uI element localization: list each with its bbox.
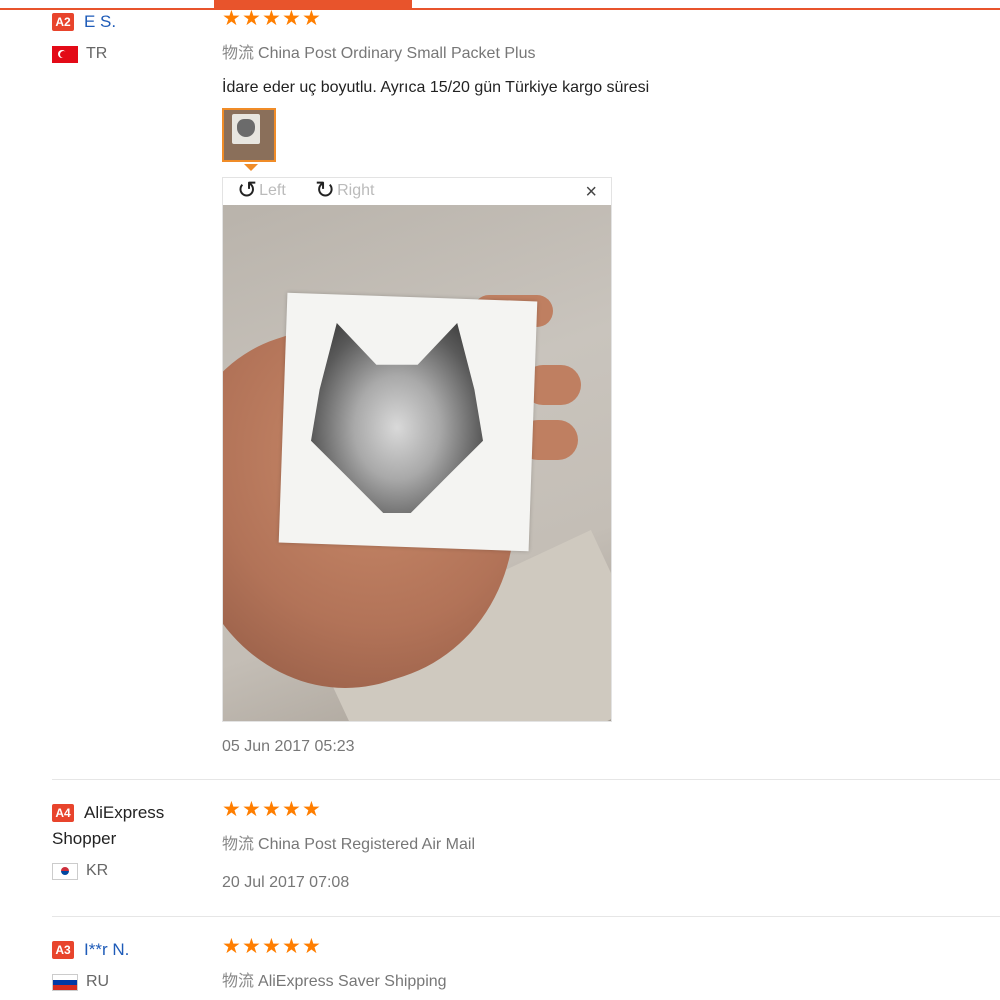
star-icon: ★ <box>302 798 321 821</box>
shipping-value: AliExpress Saver Shipping <box>258 973 447 990</box>
rotate-left-button[interactable]: ↺ Left <box>237 177 286 204</box>
star-icon: ★ <box>222 798 241 821</box>
country-code: KR <box>86 862 109 880</box>
review-date: 20 Jul 2017 07:08 <box>222 874 350 891</box>
reviewer-name[interactable]: E S. <box>84 12 116 31</box>
reviewer-info: A2 E S. TR <box>52 9 212 63</box>
review-date: 05 Jun 2017 05:23 <box>222 738 355 755</box>
level-badge: A2 <box>52 13 74 31</box>
thumbnail-emblem <box>237 119 255 137</box>
star-icon: ★ <box>262 798 281 821</box>
reviewer-info: A3 I**r N. RU <box>52 937 212 991</box>
shipping-label: 物流 <box>222 973 255 990</box>
level-badge: A3 <box>52 941 74 959</box>
rotate-right-icon: ↻ <box>315 177 336 204</box>
star-icon: ★ <box>222 935 241 958</box>
star-icon: ★ <box>282 7 301 30</box>
review-photo-thumbnail[interactable] <box>222 108 276 162</box>
flag-tr-icon <box>52 45 78 63</box>
star-icon: ★ <box>222 7 241 30</box>
review-content: ★★★★★ 物流 China Post Registered Air Mail 2… <box>222 798 982 892</box>
photo-viewer-toolbar: ↺ Left ↻ Right × <box>223 178 611 205</box>
reviewer-country: RU <box>52 973 212 991</box>
star-icon: ★ <box>262 7 281 30</box>
star-icon: ★ <box>302 935 321 958</box>
star-icon: ★ <box>242 935 261 958</box>
rotate-right-label: Right <box>337 182 375 199</box>
rotate-right-button[interactable]: ↻ Right <box>315 177 375 204</box>
star-icon: ★ <box>242 7 261 30</box>
flag-kr-icon <box>52 862 78 880</box>
country-code: TR <box>86 45 108 63</box>
shipping-value: China Post Ordinary Small Packet Plus <box>258 45 536 62</box>
review-separator <box>52 779 1000 780</box>
reviewer-country: TR <box>52 45 212 63</box>
flag-ru-icon <box>52 973 78 991</box>
star-rating: ★★★★★ <box>222 798 982 821</box>
shipping-value: China Post Registered Air Mail <box>258 836 475 853</box>
star-rating: ★★★★★ <box>222 7 982 30</box>
review-text: İdare eder uç boyutlu. Ayrıca 15/20 gün … <box>222 79 650 96</box>
review-content: ★★★★★ 物流 China Post Ordinary Small Packet… <box>222 7 982 97</box>
review-photo <box>223 205 611 721</box>
shipping-method: 物流 China Post Registered Air Mail <box>222 830 982 854</box>
rotate-left-label: Left <box>259 182 286 199</box>
star-icon: ★ <box>242 798 261 821</box>
shipping-method: 物流 China Post Ordinary Small Packet Plus <box>222 39 982 63</box>
star-icon: ★ <box>262 935 281 958</box>
star-icon: ★ <box>282 935 301 958</box>
star-icon: ★ <box>302 7 321 30</box>
reviewer-info: A4 AliExpress Shopper KR <box>52 800 212 880</box>
shipping-method: 物流 AliExpress Saver Shipping <box>222 967 982 991</box>
reviewer-name[interactable]: I**r N. <box>84 940 129 959</box>
shipping-label: 物流 <box>222 45 255 62</box>
close-icon[interactable]: × <box>585 181 597 204</box>
thumbnail-selected-arrow <box>244 164 258 171</box>
star-rating: ★★★★★ <box>222 935 982 958</box>
level-badge: A4 <box>52 804 74 822</box>
review-content: ★★★★★ 物流 AliExpress Saver Shipping <box>222 935 982 991</box>
photo-viewer: ↺ Left ↻ Right × <box>222 177 612 722</box>
review-separator <box>52 916 1000 917</box>
shipping-label: 物流 <box>222 836 255 853</box>
country-code: RU <box>86 973 110 991</box>
rotate-left-icon: ↺ <box>237 177 258 204</box>
star-icon: ★ <box>282 798 301 821</box>
reviewer-country: KR <box>52 862 212 880</box>
